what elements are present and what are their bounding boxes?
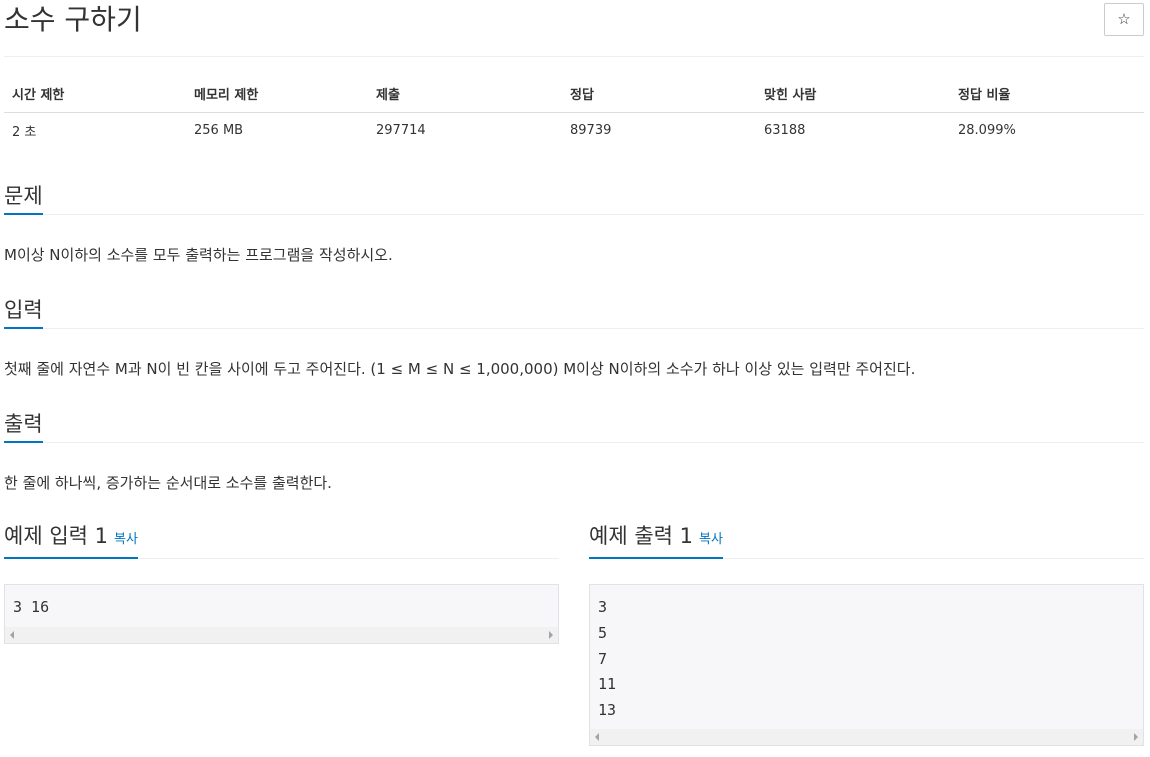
sample-input-lines: 3 16 <box>5 585 558 621</box>
input-description: 첫째 줄에 자연수 M과 N이 빈 칸을 사이에 두고 주어진다. (1 ≤ M… <box>4 360 916 378</box>
problem-description: M이상 N이하의 소수를 모두 출력하는 프로그램을 작성하시오. <box>4 246 393 264</box>
page-header: 소수 구하기 ☆ <box>4 0 1144 57</box>
copy-sample-input-link[interactable]: 복사 <box>114 532 138 547</box>
problem-heading: 문제 <box>4 181 43 215</box>
output-description: 한 줄에 하나씩, 증가하는 순서대로 소수를 출력한다. <box>4 474 332 492</box>
value-solvers: 63188 <box>764 122 806 138</box>
value-accept-ratio: 28.099% <box>958 122 1016 138</box>
code-line: 7 <box>598 649 608 668</box>
value-submissions: 297714 <box>376 122 426 138</box>
code-line: 3 <box>598 598 608 616</box>
scroll-right-icon[interactable] <box>549 631 553 639</box>
input-headline: 입력 <box>4 295 1144 329</box>
copy-sample-output-link[interactable]: 복사 <box>699 532 723 547</box>
star-icon[interactable]: ☆ <box>1104 3 1144 36</box>
input-heading: 입력 <box>4 295 43 329</box>
sample-output-lines: 3 5 7 11 13 <box>590 585 1143 724</box>
header-solvers: 맞힌 사람 <box>756 76 950 113</box>
scroll-left-icon[interactable] <box>10 631 14 639</box>
output-headline: 출력 <box>4 409 1144 443</box>
value-memory-limit: 256 MB <box>194 122 244 138</box>
output-heading: 출력 <box>4 409 43 443</box>
header-submissions: 제출 <box>368 76 562 113</box>
sample-input-heading: 예제 입력 1 복사 <box>4 521 138 559</box>
header-accepted: 정답 <box>562 76 756 113</box>
code-line: 3 16 <box>13 598 50 616</box>
header-memory-limit: 메모리 제한 <box>186 76 368 113</box>
sample-output-box[interactable]: 3 5 7 11 13 <box>589 584 1144 746</box>
table-row: 2 초 256 MB 297714 89739 63188 28.099% <box>4 112 1144 148</box>
scroll-right-icon[interactable] <box>1134 733 1138 741</box>
sample-input-box[interactable]: 3 16 <box>4 584 559 644</box>
sample-input-headline: 예제 입력 1 복사 <box>4 524 559 559</box>
scroll-left-icon[interactable] <box>595 733 599 741</box>
code-line: 13 <box>598 701 617 720</box>
header-accept-ratio: 정답 비율 <box>950 76 1144 113</box>
code-line: 11 <box>598 675 617 694</box>
sample-output-heading: 예제 출력 1 복사 <box>589 521 723 559</box>
problem-headline: 문제 <box>4 181 1144 215</box>
value-accepted: 89739 <box>570 122 612 138</box>
problem-info-table: 시간 제한 메모리 제한 제출 정답 맞힌 사람 정답 비율 2 초 256 M… <box>4 76 1144 148</box>
horizontal-scrollbar[interactable] <box>5 627 558 643</box>
page-title: 소수 구하기 <box>4 3 142 36</box>
code-line: 5 <box>598 623 608 642</box>
horizontal-scrollbar[interactable] <box>590 729 1143 745</box>
value-time-limit: 2 초 <box>12 124 37 140</box>
sample-output-headline: 예제 출력 1 복사 <box>589 524 1144 559</box>
header-time-limit: 시간 제한 <box>4 76 186 113</box>
